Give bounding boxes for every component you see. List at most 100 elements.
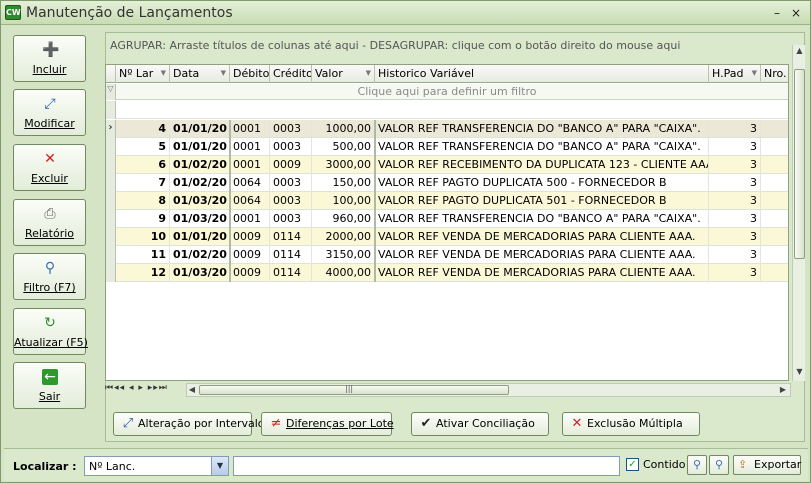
column-header-debit[interactable]: Débito	[230, 65, 270, 83]
horizontal-scrollbar[interactable]: ◀ ||| ▶	[186, 383, 791, 397]
cell-hpad[interactable]: 3	[709, 210, 761, 228]
cell-debit[interactable]: 0009	[230, 246, 270, 264]
cell-debit[interactable]: 0064	[230, 192, 270, 210]
cell-date[interactable]: 01/03/20	[170, 210, 230, 228]
cell-date[interactable]: 01/01/20	[170, 228, 230, 246]
cell-history[interactable]: VALOR REF VENDA DE MERCADORIAS PARA CLIE…	[375, 246, 709, 264]
batch-diff-button[interactable]: ≠ Diferenças por Lote	[261, 412, 394, 436]
cell-debit[interactable]: 0009	[230, 264, 270, 282]
interval-edit-button[interactable]: ⤢ Alteração por Intervalo	[113, 412, 265, 436]
cell-date[interactable]: 01/02/20	[170, 246, 230, 264]
cell-id[interactable]: 4	[116, 120, 170, 138]
multi-delete-button[interactable]: ✕ Exclusão Múltipla	[562, 412, 700, 436]
cell-hpad[interactable]: 3	[709, 174, 761, 192]
column-header-hpad[interactable]: H.Pad ▼	[709, 65, 761, 83]
cell-credit[interactable]: 0003	[270, 138, 312, 156]
cell-nro[interactable]	[761, 156, 788, 174]
table-row[interactable]: 6 01/02/20 0001 0009 3000,00 VALOR REF RECEBI…	[106, 156, 788, 174]
cell-nro[interactable]	[761, 210, 788, 228]
cell-hpad[interactable]: 3	[709, 120, 761, 138]
horizontal-scroll-thumb[interactable]: |||	[199, 384, 509, 395]
activate-reconciliation-button[interactable]: ✔ Ativar Conciliação	[411, 412, 549, 436]
export-button[interactable]: ⇪ Exportar	[733, 455, 801, 475]
contains-checkbox[interactable]: ✓	[626, 458, 639, 471]
column-header-value[interactable]: Valor ▼	[312, 65, 375, 83]
cell-date[interactable]: 01/02/20	[170, 156, 230, 174]
cell-value[interactable]: 960,00	[312, 210, 375, 228]
cell-history[interactable]: VALOR REF VENDA DE MERCADORIAS PARA CLIE…	[375, 264, 709, 282]
cell-id[interactable]: 10	[116, 228, 170, 246]
cell-nro[interactable]	[761, 228, 788, 246]
cell-hpad[interactable]: 3	[709, 264, 761, 282]
include-button[interactable]: ➕ Incluir	[13, 35, 86, 82]
minimize-button[interactable]: –	[769, 5, 785, 21]
cell-credit[interactable]: 0114	[270, 264, 312, 282]
cell-id[interactable]: 9	[116, 210, 170, 228]
cell-id[interactable]: 12	[116, 264, 170, 282]
record-navigator[interactable]: ⏮◂◂ ◂ ▸ ▸▸⏭	[105, 383, 168, 397]
table-row[interactable]: › 4 01/01/20 0001 0003 1000,00 VALOR REF TRANS…	[106, 120, 788, 138]
cell-credit[interactable]: 0003	[270, 210, 312, 228]
cell-nro[interactable]	[761, 264, 788, 282]
row-indicator[interactable]	[106, 228, 116, 246]
close-button[interactable]: ×	[788, 5, 804, 21]
exit-button[interactable]: ← Sair	[13, 362, 86, 409]
table-row[interactable]: 5 01/01/20 0001 0003 500,00 VALOR REF TRANSFE…	[106, 138, 788, 156]
cell-history[interactable]: VALOR REF PAGTO DUPLICATA 501 - FORNECED…	[375, 192, 709, 210]
cell-date[interactable]: 01/01/20	[170, 138, 230, 156]
cell-history[interactable]: VALOR REF PAGTO DUPLICATA 500 - FORNECED…	[375, 174, 709, 192]
vertical-scroll-thumb[interactable]	[794, 69, 805, 259]
cell-debit[interactable]: 0001	[230, 120, 270, 138]
search-input[interactable]	[233, 456, 620, 476]
table-row[interactable]: 12 01/03/20 0009 0114 4000,00 VALOR REF VENDA…	[106, 264, 788, 282]
cell-id[interactable]: 7	[116, 174, 170, 192]
cell-value[interactable]: 4000,00	[312, 264, 375, 282]
row-indicator[interactable]	[106, 210, 116, 228]
row-indicator[interactable]	[106, 246, 116, 264]
cell-nro[interactable]	[761, 174, 788, 192]
cell-nro[interactable]	[761, 246, 788, 264]
scroll-left-icon[interactable]: ◀	[187, 385, 197, 394]
cell-credit[interactable]: 0003	[270, 120, 312, 138]
scroll-up-icon[interactable]: ▲	[793, 46, 806, 55]
report-button[interactable]: ⎙ Relatório	[13, 199, 86, 246]
new-row-placeholder[interactable]	[106, 101, 788, 119]
cell-hpad[interactable]: 3	[709, 138, 761, 156]
row-indicator[interactable]	[106, 138, 116, 156]
search-button[interactable]: ⚲	[687, 455, 707, 475]
row-indicator[interactable]	[106, 156, 116, 174]
cell-date[interactable]: 01/03/20	[170, 264, 230, 282]
cell-value[interactable]: 100,00	[312, 192, 375, 210]
column-header-id[interactable]: Nº Lar ▼	[116, 65, 170, 83]
cell-history[interactable]: VALOR REF TRANSFERENCIA DO "BANCO A" PAR…	[375, 138, 709, 156]
cell-nro[interactable]	[761, 120, 788, 138]
column-header-date[interactable]: Data ▼	[170, 65, 230, 83]
row-indicator[interactable]: ›	[106, 120, 116, 138]
table-row[interactable]: 7 01/02/20 0064 0003 150,00 VALOR REF PAGTO D…	[106, 174, 788, 192]
modify-button[interactable]: ⤢ Modificar	[13, 89, 86, 136]
cell-credit[interactable]: 0003	[270, 174, 312, 192]
cell-value[interactable]: 1000,00	[312, 120, 375, 138]
scroll-right-icon[interactable]: ▶	[777, 385, 789, 394]
filter-row[interactable]: ▽ Clique aqui para definir um filtro	[106, 84, 788, 100]
cell-date[interactable]: 01/03/20	[170, 192, 230, 210]
cell-date[interactable]: 01/02/20	[170, 174, 230, 192]
table-row[interactable]: 10 01/01/20 0009 0114 2000,00 VALOR REF VENDA…	[106, 228, 788, 246]
cell-debit[interactable]: 0001	[230, 138, 270, 156]
cell-hpad[interactable]: 3	[709, 228, 761, 246]
row-indicator[interactable]	[106, 264, 116, 282]
cell-id[interactable]: 11	[116, 246, 170, 264]
cell-date[interactable]: 01/01/20	[170, 120, 230, 138]
cell-debit[interactable]: 0009	[230, 228, 270, 246]
search-field-select[interactable]: Nº Lanc. ▼	[84, 456, 229, 476]
cell-nro[interactable]	[761, 192, 788, 210]
scroll-down-icon[interactable]: ▼	[793, 367, 806, 376]
cell-debit[interactable]: 0001	[230, 210, 270, 228]
cell-history[interactable]: VALOR REF TRANSFERENCIA DO "BANCO A" PAR…	[375, 210, 709, 228]
cell-history[interactable]: VALOR REF TRANSFERENCIA DO "BANCO A" PAR…	[375, 120, 709, 138]
cell-credit[interactable]: 0114	[270, 246, 312, 264]
cell-debit[interactable]: 0064	[230, 174, 270, 192]
cell-value[interactable]: 3000,00	[312, 156, 375, 174]
cell-hpad[interactable]: 3	[709, 156, 761, 174]
table-row[interactable]: 8 01/03/20 0064 0003 100,00 VALOR REF PAGTO D…	[106, 192, 788, 210]
